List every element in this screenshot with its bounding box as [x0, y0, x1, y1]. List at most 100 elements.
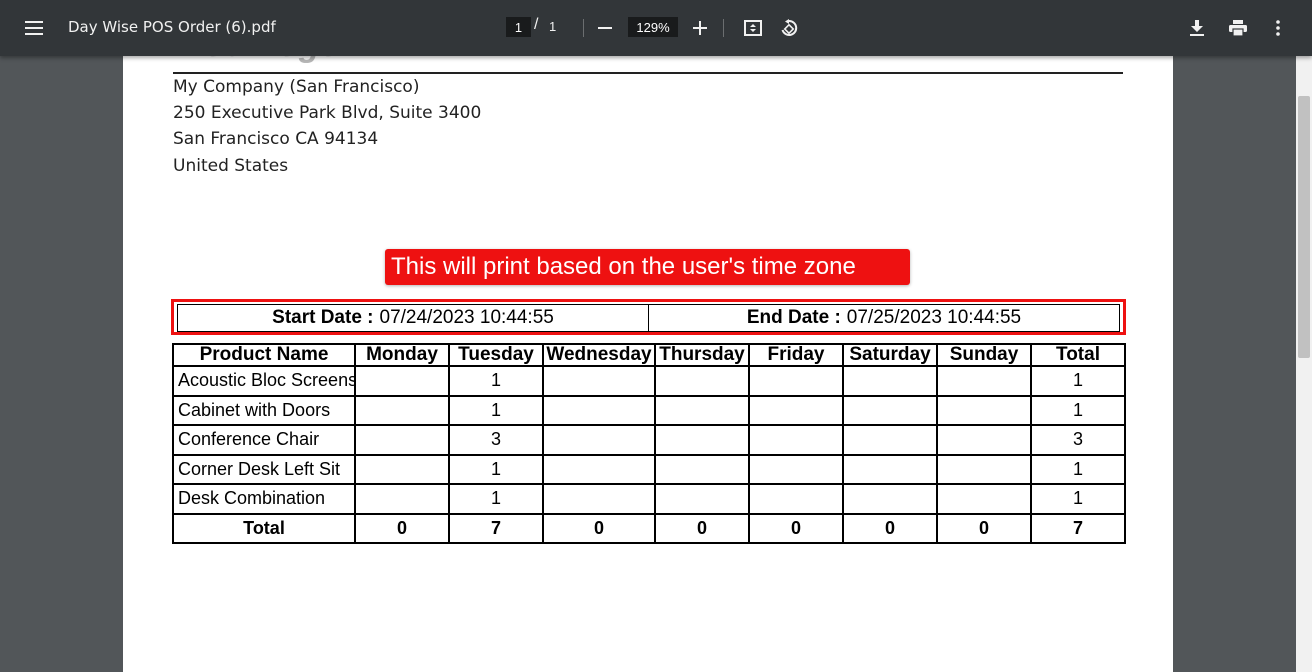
column-header: Saturday: [842, 343, 938, 367]
table-cell: 1: [448, 365, 544, 397]
total-cell: 0: [842, 512, 938, 544]
end-date-value: 07/25/2023 10:44:55: [846, 307, 1022, 328]
zoom-level-input[interactable]: 129%: [628, 17, 678, 37]
menu-icon: [25, 21, 43, 35]
start-date-value: 07/24/2023 10:44:55: [379, 307, 554, 328]
more-options-button[interactable]: [1268, 17, 1288, 39]
product-name-cell: Desk Combination: [172, 483, 356, 515]
table-cell: [842, 424, 938, 456]
table-cell: [842, 453, 938, 485]
table-cell: 1: [1030, 394, 1126, 426]
fit-page-button[interactable]: [742, 17, 764, 39]
column-header: Monday: [354, 343, 450, 367]
vertical-scrollbar[interactable]: [1296, 56, 1312, 672]
pdf-viewer[interactable]: Your logo My Company (San Francisco) 250…: [0, 56, 1312, 672]
page-separator: /: [534, 16, 539, 33]
table-row: Acoustic Bloc Screens 1 1: [172, 365, 1126, 397]
table-cell: 1: [448, 394, 544, 426]
document-title: Day Wise POS Order (6).pdf: [68, 18, 276, 36]
table-cell: [354, 483, 450, 515]
table-cell: [542, 424, 656, 456]
zoom-in-icon: [693, 21, 707, 35]
table-cell: 3: [448, 424, 544, 456]
table-cell: [542, 365, 656, 397]
more-options-icon: [1276, 20, 1280, 36]
table-cell: 1: [1030, 365, 1126, 397]
table-cell: [936, 394, 1032, 426]
table-row: Cabinet with Doors 1 1: [172, 394, 1126, 426]
table-cell: 1: [448, 453, 544, 485]
start-date-cell: Start Date : 07/24/2023 10:44:55: [178, 305, 648, 331]
print-button[interactable]: [1226, 17, 1250, 39]
table-cell: [936, 365, 1032, 397]
column-header: Product Name: [172, 343, 356, 367]
end-date-label: End Date :: [746, 307, 841, 328]
zoom-in-button[interactable]: [690, 18, 710, 38]
company-name: My Company (San Francisco): [173, 77, 420, 97]
table-cell: [748, 394, 844, 426]
print-icon: [1229, 20, 1247, 36]
column-header: Total: [1030, 343, 1126, 367]
table-cell: 1: [448, 483, 544, 515]
company-country: United States: [173, 156, 289, 176]
company-logo: Your logo: [183, 56, 340, 65]
table-cell: [542, 394, 656, 426]
total-pages: 1: [549, 19, 557, 34]
download-button[interactable]: [1186, 17, 1208, 39]
table-cell: [842, 483, 938, 515]
total-cell: 0: [542, 512, 656, 544]
total-cell: 7: [1030, 512, 1126, 544]
start-date-label: Start Date :: [272, 307, 374, 328]
column-header: Sunday: [936, 343, 1032, 367]
column-header: Friday: [748, 343, 844, 367]
total-cell: 0: [654, 512, 750, 544]
header-divider: [173, 72, 1123, 74]
pdf-toolbar: Day Wise POS Order (6).pdf 1 / 1 129%: [0, 0, 1312, 56]
toolbar-divider: [583, 19, 584, 37]
sales-table: Product Name Monday Tuesday Wednesday Th…: [172, 343, 1126, 544]
rotate-icon: [781, 19, 798, 36]
table-cell: [542, 483, 656, 515]
table-cell: 1: [1030, 483, 1126, 515]
end-date-cell: End Date : 07/25/2023 10:44:55: [648, 305, 1119, 331]
table-cell: [354, 453, 450, 485]
table-row: Corner Desk Left Sit 1 1: [172, 453, 1126, 485]
table-cell: [354, 394, 450, 426]
product-name-cell: Cabinet with Doors: [172, 394, 356, 426]
page-number-input[interactable]: 1: [506, 17, 531, 37]
product-name-cell: Corner Desk Left Sit: [172, 453, 356, 485]
table-row: Desk Combination 1 1: [172, 483, 1126, 515]
table-cell: [748, 365, 844, 397]
table-cell: [936, 424, 1032, 456]
pdf-page: Your logo My Company (San Francisco) 250…: [123, 56, 1173, 672]
product-name-cell: Conference Chair: [172, 424, 356, 456]
scrollbar-thumb[interactable]: [1298, 96, 1310, 358]
column-header: Tuesday: [448, 343, 544, 367]
table-cell: [354, 365, 450, 397]
table-row: Conference Chair 3 3: [172, 424, 1126, 456]
table-cell: [748, 453, 844, 485]
zoom-out-icon: [598, 27, 612, 29]
timezone-annotation: This will print based on the user's time…: [385, 249, 910, 285]
table-cell: [654, 424, 750, 456]
table-cell: [936, 483, 1032, 515]
toolbar-divider: [723, 19, 724, 37]
column-header: Wednesday: [542, 343, 656, 367]
total-cell: 0: [748, 512, 844, 544]
menu-button[interactable]: [20, 16, 48, 40]
table-cell: [654, 453, 750, 485]
table-cell: [654, 394, 750, 426]
total-cell: 0: [936, 512, 1032, 544]
table-cell: [654, 365, 750, 397]
table-cell: [936, 453, 1032, 485]
rotate-button[interactable]: [778, 17, 800, 39]
total-cell: 7: [448, 512, 544, 544]
zoom-out-button[interactable]: [595, 18, 615, 38]
fit-page-icon: [744, 20, 762, 36]
table-cell: [748, 424, 844, 456]
company-city: San Francisco CA 94134: [173, 129, 379, 149]
table-cell: 1: [1030, 453, 1126, 485]
column-header: Thursday: [654, 343, 750, 367]
date-range-highlight: Start Date : 07/24/2023 10:44:55 End Dat…: [171, 299, 1126, 335]
table-total-row: Total 0 7 0 0 0 0 0 7: [172, 512, 1126, 544]
